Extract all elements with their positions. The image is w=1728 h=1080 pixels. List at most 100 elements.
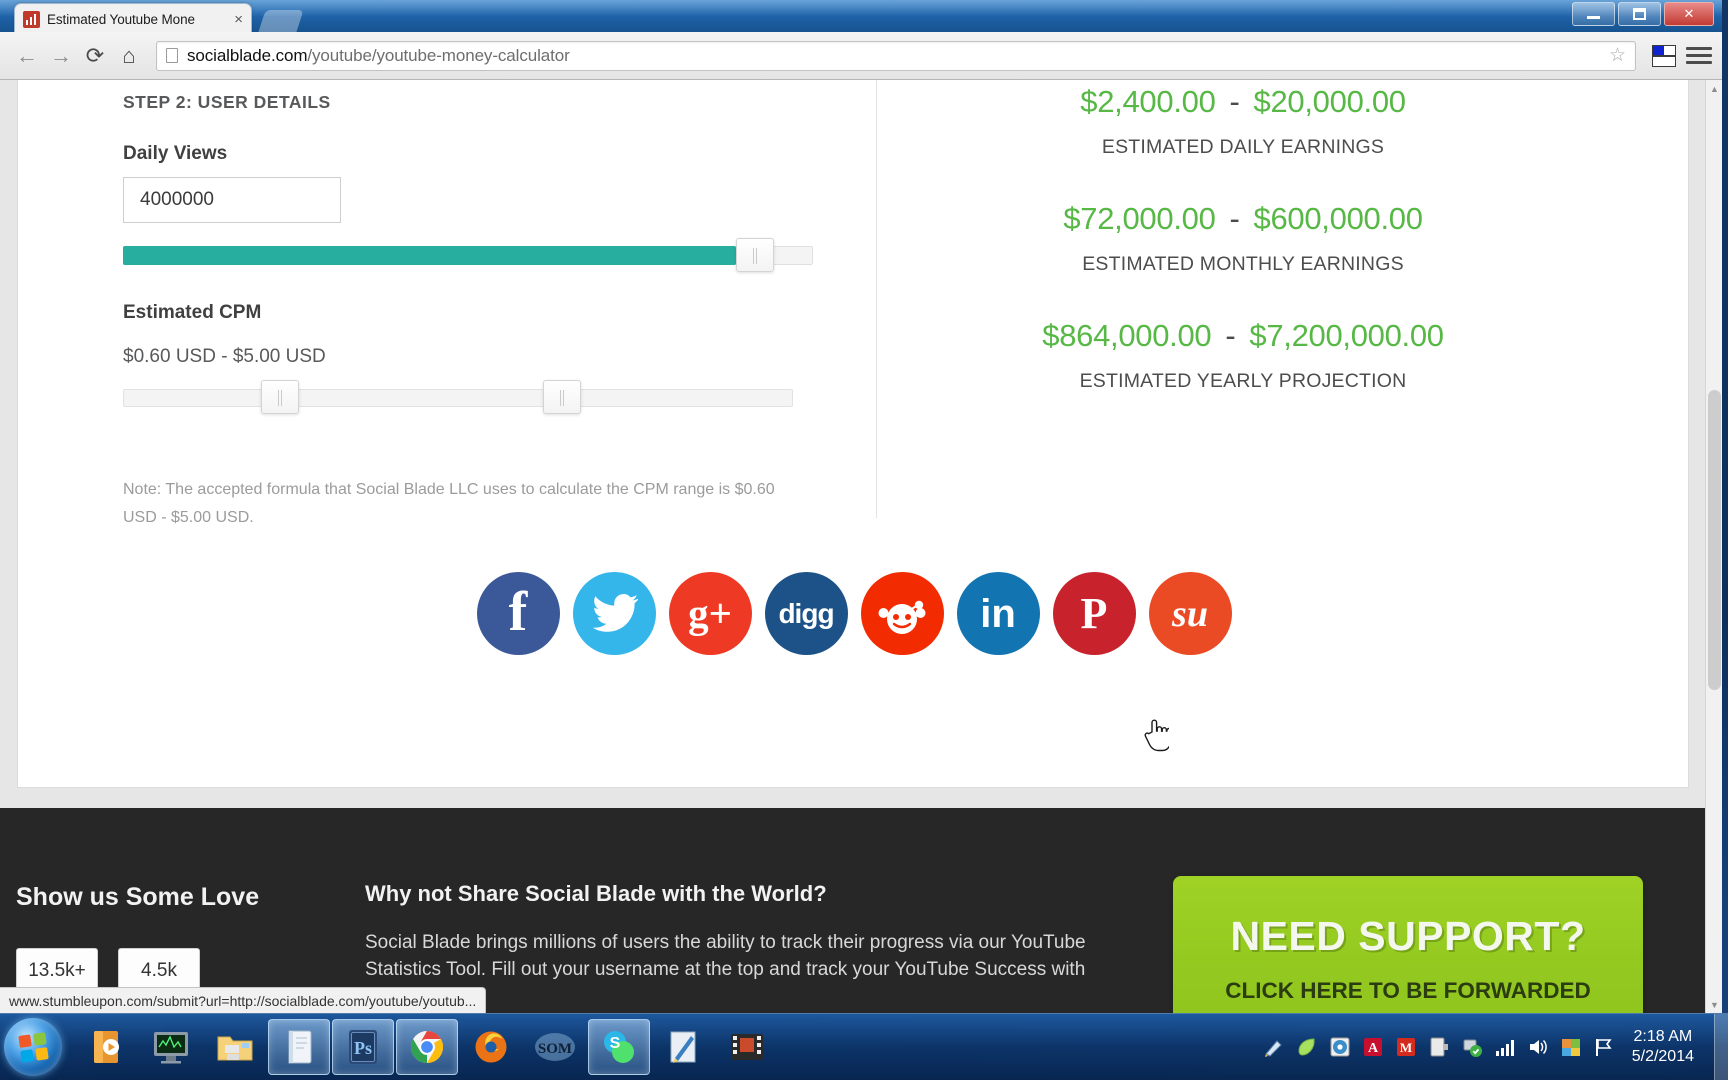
firefox-icon xyxy=(475,1031,507,1063)
browser-window: Estimated Youtube Mone × ✕ ← → ⟳ ⌂ socia… xyxy=(0,0,1722,1013)
tray-flag-icon[interactable] xyxy=(1593,1036,1615,1058)
earnings-yearly-caption: ESTIMATED YEARLY PROJECTION xyxy=(1079,370,1407,392)
stumbleupon-glyph: su xyxy=(1172,592,1208,635)
scrollbar-thumb[interactable] xyxy=(1708,390,1721,690)
start-button[interactable] xyxy=(4,1018,62,1076)
minimize-icon xyxy=(1587,16,1600,19)
daily-views-input[interactable] xyxy=(123,177,341,223)
share-facebook-icon[interactable]: f xyxy=(476,572,560,655)
som-app-icon: SOM xyxy=(535,1033,575,1061)
earnings-daily-high: $20,000.00 xyxy=(1253,84,1406,119)
new-tab-button[interactable] xyxy=(258,10,304,32)
tray-safely-remove-icon[interactable] xyxy=(1461,1036,1483,1058)
url-path: /youtube/youtube-money-calculator xyxy=(307,45,570,65)
tray-pen-icon[interactable] xyxy=(1263,1036,1285,1058)
cpm-slider-handle-high[interactable] xyxy=(543,380,581,414)
tray-network-signal-icon[interactable] xyxy=(1494,1036,1516,1058)
share-digg-icon[interactable]: digg xyxy=(764,572,848,655)
tray-adobe-reader-icon[interactable]: A xyxy=(1362,1036,1384,1058)
taskbar-item-windows-media-player[interactable] xyxy=(76,1019,138,1075)
taskbar-item-firefox[interactable] xyxy=(460,1019,522,1075)
earnings-daily-caption: ESTIMATED DAILY EARNINGS xyxy=(1101,136,1385,158)
taskbar-item-notepad[interactable] xyxy=(268,1019,330,1075)
taskbar-item-paint[interactable] xyxy=(652,1019,714,1075)
taskbar-item-system-monitor[interactable] xyxy=(140,1019,202,1075)
daily-views-label: Daily Views xyxy=(123,143,228,164)
url-domain: socialblade.com xyxy=(187,45,308,65)
tray-disc-icon[interactable] xyxy=(1329,1036,1351,1058)
tray-leaf-icon[interactable] xyxy=(1296,1036,1318,1058)
taskbar-clock[interactable]: 2:18 AM 5/2/2014 xyxy=(1626,1027,1706,1068)
window-controls: ✕ xyxy=(1572,2,1714,26)
taskbar-item-file-explorer[interactable] xyxy=(204,1019,266,1075)
daily-views-slider-fill xyxy=(123,246,736,265)
tray-volume-icon[interactable] xyxy=(1527,1036,1549,1058)
earnings-yearly-high: $7,200,000.00 xyxy=(1249,318,1444,353)
daily-views-slider[interactable] xyxy=(123,238,813,272)
taskbar-apps: Ps SOM S xyxy=(76,1019,778,1075)
minimize-button[interactable] xyxy=(1572,2,1615,26)
maximize-button[interactable] xyxy=(1618,2,1661,26)
windows-taskbar: Ps SOM S A M 2:18 AM 5/2/2014 xyxy=(0,1013,1728,1080)
chrome-icon xyxy=(410,1031,444,1063)
earnings-daily-low: $2,400.00 xyxy=(1080,84,1216,119)
bookmark-star-icon[interactable]: ☆ xyxy=(1601,44,1626,67)
scroll-down-icon[interactable]: ▼ xyxy=(1706,996,1723,1013)
tab-close-icon[interactable]: × xyxy=(234,12,243,27)
tray-device-icon[interactable] xyxy=(1428,1036,1450,1058)
reload-icon[interactable]: ⟳ xyxy=(78,39,112,73)
clock-time: 2:18 AM xyxy=(1633,1027,1693,1045)
linkedin-glyph: in xyxy=(980,591,1016,636)
taskbar-item-chrome[interactable] xyxy=(396,1019,458,1075)
share-reddit-icon[interactable] xyxy=(860,572,944,655)
site-footer: Show us Some Love 13.5k+ Follow xyxy=(0,808,1705,1013)
earnings-monthly-dash: - xyxy=(1229,201,1240,236)
page-scrollbar[interactable]: ▲ ▼ xyxy=(1705,80,1722,1013)
socialblade-favicon-icon xyxy=(23,10,40,28)
share-twitter-icon[interactable] xyxy=(572,572,656,655)
support-banner-button[interactable]: NEED SUPPORT? CLICK HERE TO BE FORWARDED… xyxy=(1173,876,1643,1013)
show-desktop-button[interactable] xyxy=(1714,1013,1728,1080)
back-icon[interactable]: ← xyxy=(10,39,44,73)
cpm-slider[interactable] xyxy=(123,380,793,414)
close-button[interactable]: ✕ xyxy=(1664,2,1714,26)
clock-date: 5/2/2014 xyxy=(1631,1048,1694,1065)
cpm-slider-handle-low[interactable] xyxy=(261,380,299,414)
browser-titlebar: Estimated Youtube Mone × ✕ xyxy=(0,0,1722,32)
cpm-note: Note: The accepted formula that Social B… xyxy=(123,481,775,527)
chrome-menu-icon[interactable] xyxy=(1686,43,1712,68)
share-stumbleupon-icon[interactable]: su xyxy=(1148,572,1232,655)
taskbar-item-photoshop[interactable]: Ps xyxy=(332,1019,394,1075)
address-bar[interactable]: socialblade.com/youtube/youtube-money-ca… xyxy=(156,40,1636,71)
forward-icon[interactable]: → xyxy=(44,39,78,73)
facebook-glyph: f xyxy=(508,580,528,643)
scroll-up-icon[interactable]: ▲ xyxy=(1706,80,1723,97)
earnings-monthly-caption: ESTIMATED MONTHLY EARNINGS xyxy=(1082,253,1404,275)
tray-action-center-icon[interactable] xyxy=(1560,1036,1582,1058)
user-details-column: STEP 2: USER DETAILS Daily Views Estimat… xyxy=(123,80,868,533)
tray-adobe-icon[interactable]: M xyxy=(1395,1036,1417,1058)
maximize-icon xyxy=(1633,8,1646,20)
twitter-bird-glyph xyxy=(592,593,638,632)
taskbar-item-skype[interactable]: S xyxy=(588,1019,650,1075)
svg-text:SOM: SOM xyxy=(538,1041,572,1057)
daily-views-slider-handle[interactable] xyxy=(736,238,774,272)
page-viewport: STEP 2: USER DETAILS Daily Views Estimat… xyxy=(0,80,1722,1013)
home-icon[interactable]: ⌂ xyxy=(112,39,146,73)
share-pinterest-icon[interactable]: P xyxy=(1052,572,1136,655)
taskbar-item-video-editor[interactable] xyxy=(716,1019,778,1075)
share-googleplus-icon[interactable]: g+ xyxy=(668,572,752,655)
extension-icon[interactable] xyxy=(1652,44,1676,67)
earnings-yearly-dash: - xyxy=(1225,318,1236,353)
share-linkedin-icon[interactable]: in xyxy=(956,572,1040,655)
video-editor-icon xyxy=(731,1034,763,1060)
step-title: STEP 2: USER DETAILS xyxy=(123,92,331,112)
calculator-card: STEP 2: USER DETAILS Daily Views Estimat… xyxy=(17,80,1689,788)
pinterest-glyph: P xyxy=(1080,588,1108,638)
earnings-daily-dash: - xyxy=(1229,84,1240,119)
cpm-slider-track[interactable] xyxy=(123,389,793,407)
taskbar-item-som-app[interactable]: SOM xyxy=(524,1019,586,1075)
earnings-yearly-low: $864,000.00 xyxy=(1042,318,1212,353)
earnings-column: $2,400.00- $20,000.00 ESTIMATED DAILY EAR… xyxy=(898,80,1588,393)
browser-tab[interactable]: Estimated Youtube Mone × xyxy=(14,3,252,32)
